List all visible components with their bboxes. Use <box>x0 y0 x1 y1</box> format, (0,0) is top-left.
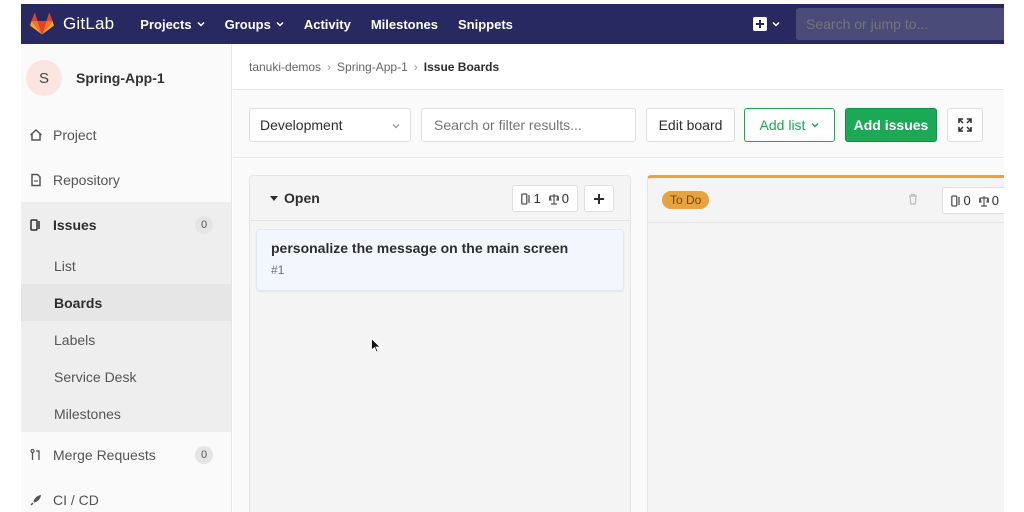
breadcrumb-group[interactable]: tanuki-demos <box>249 60 321 74</box>
nav-milestones[interactable]: Milestones <box>371 17 438 32</box>
mouse-pointer-icon <box>371 338 381 353</box>
add-list-button[interactable]: Add list <box>744 108 835 142</box>
chevron-down-icon <box>811 122 819 128</box>
sidebar-item-cicd[interactable]: CI / CD <box>21 477 231 512</box>
chevron-down-icon <box>197 21 205 27</box>
nav-right <box>753 4 1004 44</box>
sidebar-subitem-milestones[interactable]: Milestones <box>21 395 231 432</box>
board-list-open: Open 1 0 personalize the message on the … <box>249 175 631 512</box>
breadcrumb: tanuki-demos › Spring-App-1 › Issue Boar… <box>233 44 1004 90</box>
add-list-label: Add list <box>759 117 806 133</box>
chevron-down-icon <box>276 21 284 27</box>
nav-groups-label: Groups <box>224 16 271 32</box>
board-switcher-value: Development <box>260 117 343 133</box>
issues-icon <box>520 192 530 205</box>
plus-icon <box>594 193 604 204</box>
brand-link[interactable]: GitLab <box>30 13 114 35</box>
project-name: Spring-App-1 <box>76 70 165 86</box>
list-header: Open 1 0 <box>250 176 630 221</box>
app-window: GitLab Projects Groups Activity Mileston… <box>21 4 1004 512</box>
nav-projects-label: Projects <box>140 16 192 32</box>
caret-down-icon <box>270 195 278 201</box>
sidebar-subitem-list[interactable]: List <box>21 247 231 284</box>
nav-groups[interactable]: Groups <box>225 17 284 32</box>
new-dropdown-button[interactable] <box>753 17 780 31</box>
breadcrumb-current[interactable]: Issue Boards <box>424 60 499 74</box>
board-area: Open 1 0 personalize the message on the … <box>233 159 1004 512</box>
board-filter-bar: Development Edit board Add list Add issu… <box>233 90 1004 158</box>
sidebar-item-merge-requests[interactable]: Merge Requests 0 <box>21 432 231 477</box>
filter-search-input[interactable] <box>421 108 636 142</box>
list-header: To Do 0 0 <box>648 178 1004 223</box>
sidebar-item-project[interactable]: Project <box>21 112 231 157</box>
sidebar-item-label: Project <box>53 126 97 143</box>
mr-count-badge: 0 <box>195 446 213 464</box>
sidebar-item-issues[interactable]: Issues 0 <box>21 202 231 247</box>
nav-snippets-label: Snippets <box>458 16 513 32</box>
project-header[interactable]: S Spring-App-1 <box>21 44 231 112</box>
new-issue-button[interactable] <box>584 185 614 212</box>
expand-icon <box>958 118 972 132</box>
project-sidebar: S Spring-App-1 Project Repository Issues… <box>21 44 232 512</box>
board-switcher-dropdown[interactable]: Development <box>249 108 411 142</box>
breadcrumb-separator: › <box>413 59 418 74</box>
breadcrumb-project[interactable]: Spring-App-1 <box>337 60 408 74</box>
list-title: Open <box>284 190 320 206</box>
issue-card[interactable]: personalize the message on the main scre… <box>256 229 624 291</box>
gitlab-tanuki-icon <box>30 13 54 35</box>
sidebar-item-label: Issues <box>53 216 97 233</box>
issues-icon <box>950 194 960 207</box>
nav-links: Projects Groups Activity Milestones Snip… <box>140 17 533 32</box>
issues-icon <box>30 218 40 231</box>
weight-count: 0 <box>991 193 999 208</box>
global-search-input[interactable] <box>796 8 1004 40</box>
trash-icon[interactable] <box>908 193 918 205</box>
issue-card-ref: #1 <box>271 263 285 277</box>
nav-activity-label: Activity <box>303 16 351 32</box>
top-navbar: GitLab Projects Groups Activity Mileston… <box>21 4 1004 44</box>
main-content: tanuki-demos › Spring-App-1 › Issue Boar… <box>233 44 1004 512</box>
nav-snippets[interactable]: Snippets <box>458 17 513 32</box>
project-avatar: S <box>26 60 62 96</box>
fullscreen-button[interactable] <box>947 108 983 142</box>
brand-name: GitLab <box>63 14 115 33</box>
issues-submenu: List Boards Labels Service Desk Mileston… <box>21 247 231 432</box>
issues-count-badge: 0 <box>195 216 213 234</box>
nav-milestones-label: Milestones <box>370 16 438 32</box>
sidebar-item-label: Merge Requests <box>53 446 156 463</box>
home-icon <box>29 128 43 141</box>
issue-count: 1 <box>533 191 541 206</box>
weight-icon <box>978 195 989 207</box>
sidebar-item-repository[interactable]: Repository <box>21 157 231 202</box>
sidebar-item-label: CI / CD <box>53 491 99 508</box>
rocket-icon <box>30 494 41 506</box>
list-counts: 1 0 <box>511 185 578 212</box>
chevron-down-icon <box>772 21 780 27</box>
issue-count: 0 <box>963 193 971 208</box>
sidebar-subitem-service-desk[interactable]: Service Desk <box>21 358 231 395</box>
sidebar-item-label: Repository <box>53 171 120 188</box>
list-title-toggle[interactable]: Open <box>270 190 320 206</box>
sidebar-subitem-boards[interactable]: Boards <box>21 284 231 321</box>
board-list-todo: To Do 0 0 <box>647 175 1004 512</box>
breadcrumb-separator: › <box>327 59 332 74</box>
edit-board-button[interactable]: Edit board <box>646 108 735 142</box>
weight-icon <box>548 193 559 205</box>
nav-projects[interactable]: Projects <box>140 16 205 32</box>
plus-square-icon <box>753 17 767 31</box>
nav-activity[interactable]: Activity <box>304 17 351 32</box>
issue-card-title[interactable]: personalize the message on the main scre… <box>271 240 609 256</box>
list-label-badge[interactable]: To Do <box>662 191 710 209</box>
weight-count: 0 <box>561 191 569 206</box>
chevron-down-icon <box>392 124 400 129</box>
list-counts: 0 0 <box>941 187 1004 214</box>
add-issues-button[interactable]: Add issues <box>845 108 937 142</box>
sidebar-subitem-labels[interactable]: Labels <box>21 321 231 358</box>
document-icon <box>31 173 41 186</box>
merge-request-icon <box>30 448 40 460</box>
